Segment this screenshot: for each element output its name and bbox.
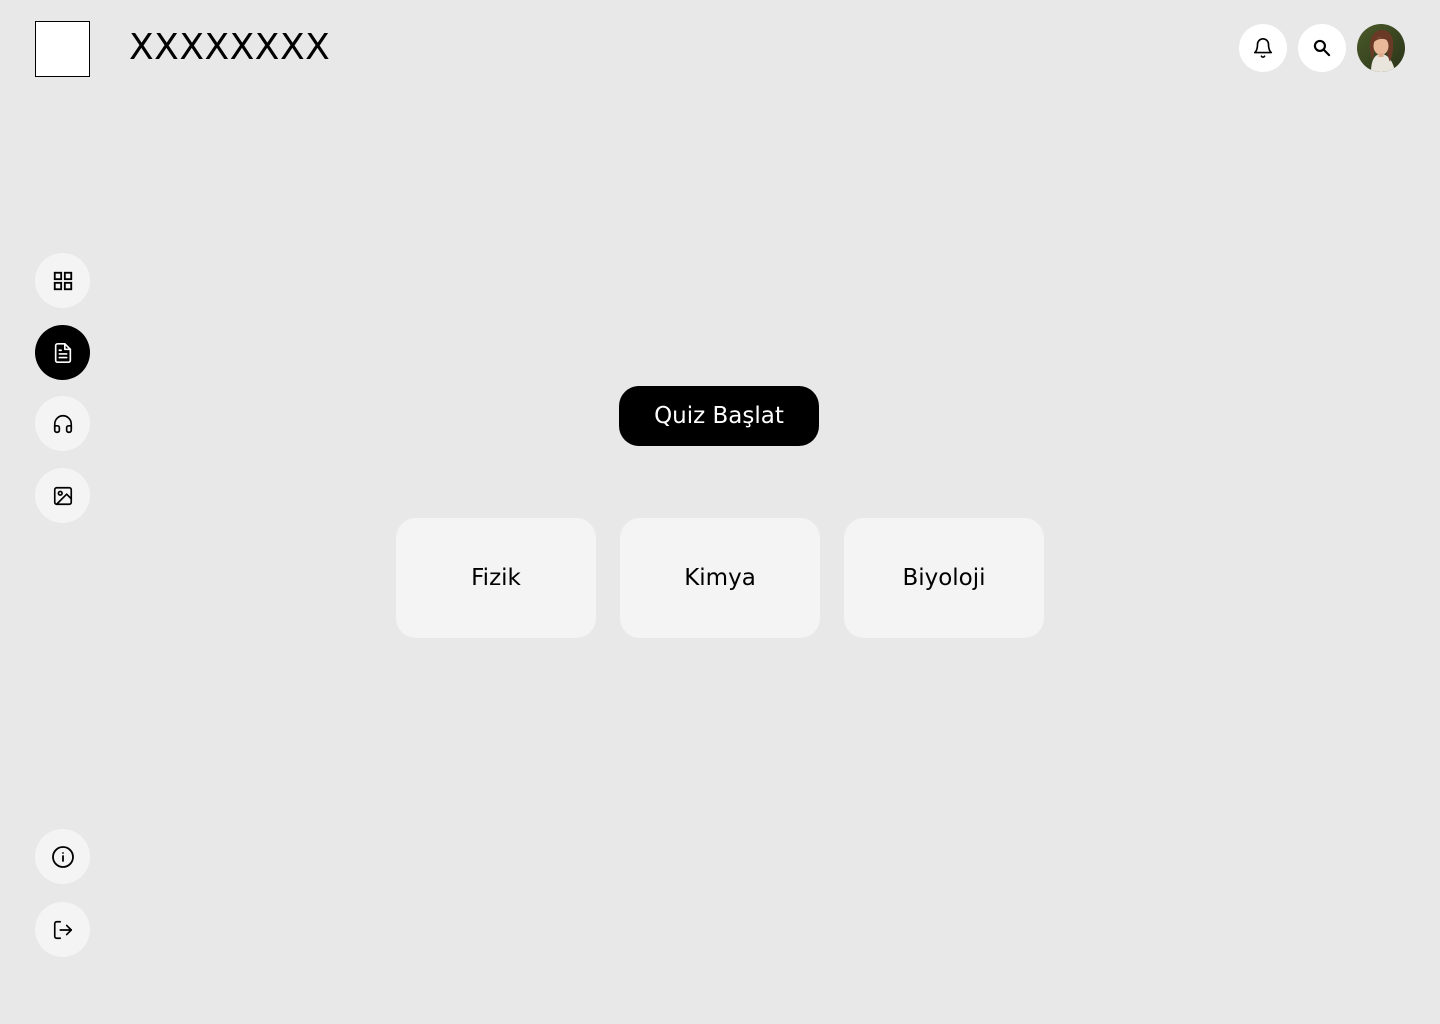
app-title: XXXXXXXX [129,27,331,68]
search-icon [1312,38,1332,58]
logout-icon [52,919,74,941]
sidebar-item-images[interactable] [35,468,90,523]
sidebar-item-logout[interactable] [35,902,90,957]
document-icon [52,342,74,364]
logo-placeholder[interactable] [35,21,90,77]
bell-icon [1252,37,1274,59]
sidebar-item-dashboard[interactable] [35,253,90,308]
dashboard-grid-icon [52,270,74,292]
user-avatar[interactable] [1357,24,1405,72]
sidebar-item-audio[interactable] [35,396,90,451]
subject-card-biology[interactable]: Biyoloji [844,518,1044,638]
sidebar-item-documents[interactable] [35,325,90,380]
subject-card-chemistry[interactable]: Kimya [620,518,820,638]
search-button[interactable] [1298,24,1346,72]
image-icon [52,485,74,507]
headphones-icon [52,413,74,435]
info-icon [51,845,75,869]
subject-card-physics[interactable]: Fizik [396,518,596,638]
sidebar-item-info[interactable] [35,829,90,884]
start-quiz-button[interactable]: Quiz Başlat [619,386,819,446]
notifications-button[interactable] [1239,24,1287,72]
top-actions [1239,24,1405,72]
